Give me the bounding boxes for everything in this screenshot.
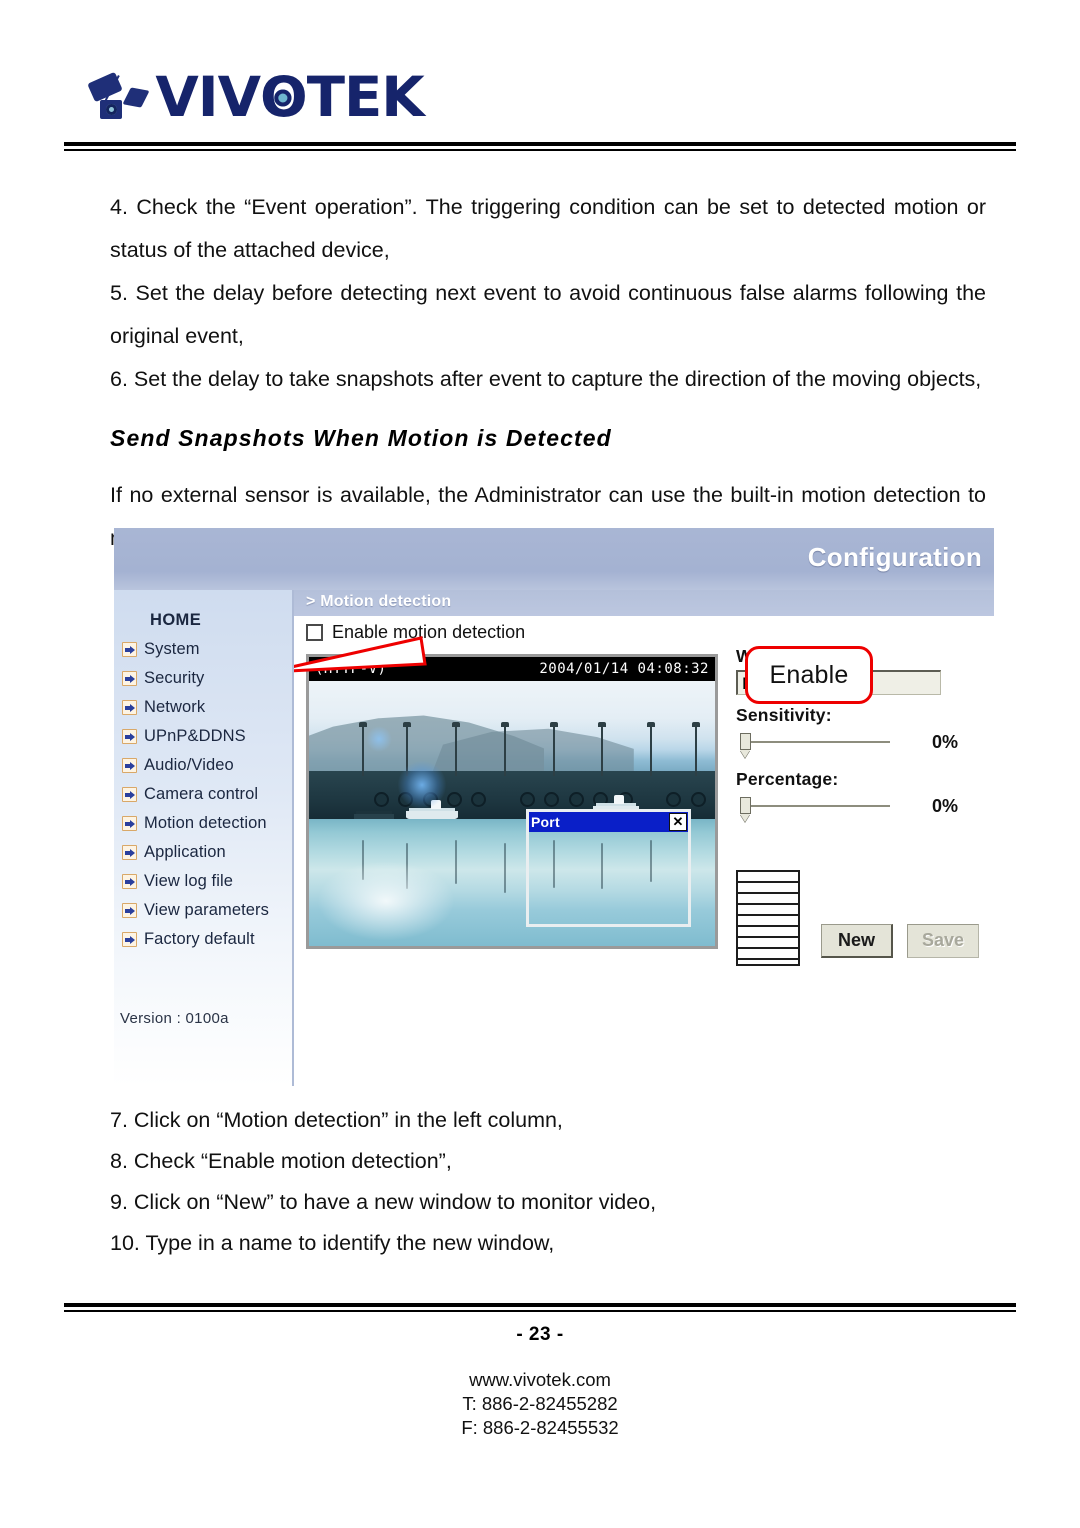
footer-contact: www.vivotek.com T: 886-2-82455282 F: 886… bbox=[0, 1368, 1080, 1440]
enable-callout: Enable bbox=[745, 646, 873, 704]
enable-motion-detection-label: Enable motion detection bbox=[332, 622, 526, 642]
sidebar-item-label: Motion detection bbox=[144, 814, 267, 832]
slider-thumb[interactable] bbox=[740, 733, 751, 750]
sidebar-item-system[interactable]: System bbox=[114, 635, 292, 664]
sidebar-item-label: Security bbox=[144, 669, 205, 687]
sidebar-item-network[interactable]: Network bbox=[114, 693, 292, 722]
arrow-icon bbox=[122, 816, 137, 831]
app-header-title: Configuration bbox=[807, 542, 982, 572]
sidebar-item-view-parameters[interactable]: View parameters bbox=[114, 896, 292, 925]
slider-track bbox=[748, 741, 890, 743]
arrow-icon bbox=[122, 700, 137, 715]
sidebar-item-label: Camera control bbox=[144, 785, 259, 803]
sidebar-item-label: Audio/Video bbox=[144, 756, 234, 774]
page-number: - 23 - bbox=[516, 1324, 564, 1345]
percentage-slider-row: 0% bbox=[736, 793, 986, 819]
arrow-icon bbox=[122, 874, 137, 889]
app-main-panel: > Motion detection Enable motion detecti… bbox=[292, 590, 994, 1086]
lower-steps-block: 7. Click on “Motion detection” in the le… bbox=[110, 1100, 986, 1264]
arrow-icon bbox=[122, 932, 137, 947]
stream-label: (HTTP-V) bbox=[315, 661, 387, 677]
arrow-icon bbox=[122, 729, 137, 744]
footer-website: www.vivotek.com bbox=[469, 1369, 611, 1390]
enable-motion-detection-checkbox[interactable] bbox=[306, 624, 323, 641]
sidebar-item-label: UPnP&DDNS bbox=[144, 727, 246, 745]
sensitivity-value: 0% bbox=[932, 731, 959, 752]
new-button[interactable]: New bbox=[821, 924, 893, 958]
video-status-bar: (HTTP-V) 2004/01/14 04:08:32 bbox=[309, 657, 715, 681]
step-item: 5. Set the delay before detecting next e… bbox=[110, 281, 986, 348]
footer-rule bbox=[64, 1303, 1016, 1312]
sidebar-item-motion-detection[interactable]: Motion detection bbox=[114, 809, 292, 838]
sidebar-item-security[interactable]: Security bbox=[114, 664, 292, 693]
arrow-icon bbox=[122, 642, 137, 657]
motion-detection-window[interactable]: Port ✕ bbox=[526, 809, 691, 927]
app-header-bar: Configuration bbox=[114, 528, 994, 590]
percentage-slider[interactable] bbox=[736, 793, 896, 819]
sidebar-item-label: Factory default bbox=[144, 930, 255, 948]
enable-callout-text: Enable bbox=[769, 660, 849, 689]
enable-motion-detection-row[interactable]: Enable motion detection bbox=[306, 622, 525, 643]
section-heading: Send Snapshots When Motion is Detected bbox=[110, 425, 612, 451]
sidebar-item-audio-video[interactable]: Audio/Video bbox=[114, 751, 292, 780]
video-preview[interactable]: (HTTP-V) 2004/01/14 04:08:32 Port ✕ bbox=[306, 654, 718, 949]
save-button: Save bbox=[907, 924, 979, 958]
motion-window-title: Port bbox=[531, 814, 560, 830]
embedded-screenshot: Configuration HOME System Security Netwo… bbox=[114, 528, 994, 1086]
sidebar-item-factory-default[interactable]: Factory default bbox=[114, 925, 292, 954]
sidebar-item-camera-control[interactable]: Camera control bbox=[114, 780, 292, 809]
sidebar-item-upnp-ddns[interactable]: UPnP&DDNS bbox=[114, 722, 292, 751]
sidebar-item-label: Network bbox=[144, 698, 206, 716]
footer-fax: F: 886-2-82455532 bbox=[461, 1417, 619, 1438]
slider-thumb[interactable] bbox=[740, 797, 751, 814]
app-sidebar: HOME System Security Network UPnP&DDNS A… bbox=[114, 590, 292, 1086]
sensitivity-label: Sensitivity: bbox=[736, 705, 832, 725]
window-listbox[interactable] bbox=[736, 870, 800, 966]
motion-window-titlebar[interactable]: Port ✕ bbox=[529, 812, 688, 832]
breadcrumb: > Motion detection bbox=[306, 593, 452, 610]
sidebar-item-application[interactable]: Application bbox=[114, 838, 292, 867]
step-item: 6. Set the delay to take snapshots after… bbox=[110, 367, 982, 391]
brand-logo-text: VIVOTEK bbox=[155, 64, 424, 129]
brand-header: VIVOTEK bbox=[87, 58, 425, 136]
sidebar-item-label: View log file bbox=[144, 872, 234, 890]
arrow-icon bbox=[122, 758, 137, 773]
sensitivity-slider[interactable] bbox=[736, 729, 896, 755]
video-timestamp: 2004/01/14 04:08:32 bbox=[539, 661, 709, 677]
sidebar-item-label: Application bbox=[144, 843, 226, 861]
document-page: VIVOTEK 4. Check the “Event operation”. … bbox=[0, 0, 1080, 1528]
step-item: 7. Click on “Motion detection” in the le… bbox=[110, 1108, 563, 1132]
sidebar-item-home[interactable]: HOME bbox=[114, 606, 292, 635]
arrow-icon bbox=[122, 671, 137, 686]
percentage-label: Percentage: bbox=[736, 769, 839, 789]
percentage-value: 0% bbox=[932, 795, 959, 816]
step-item: 9. Click on “New” to have a new window t… bbox=[110, 1190, 657, 1214]
sidebar-item-label: System bbox=[144, 640, 200, 658]
header-rule bbox=[64, 142, 1016, 151]
sidebar-item-view-log-file[interactable]: View log file bbox=[114, 867, 292, 896]
arrow-icon bbox=[122, 845, 137, 860]
step-item: 4. Check the “Event operation”. The trig… bbox=[110, 195, 986, 262]
sidebar-menu: HOME System Security Network UPnP&DDNS A… bbox=[114, 606, 292, 954]
arrow-icon bbox=[122, 903, 137, 918]
camera-icon bbox=[87, 67, 150, 127]
sensitivity-slider-row: 0% bbox=[736, 729, 986, 755]
slider-track bbox=[748, 805, 890, 807]
step-item: 10. Type in a name to identify the new w… bbox=[110, 1231, 555, 1255]
sidebar-item-label: HOME bbox=[150, 611, 202, 629]
sidebar-item-label: View parameters bbox=[144, 901, 270, 919]
upper-steps-block: 4. Check the “Event operation”. The trig… bbox=[110, 186, 986, 581]
close-icon[interactable]: ✕ bbox=[669, 813, 687, 831]
arrow-icon bbox=[122, 787, 137, 802]
page-footer: - 23 - www.vivotek.com T: 886-2-82455282… bbox=[0, 1324, 1080, 1440]
breadcrumb-bar: > Motion detection bbox=[294, 590, 994, 616]
firmware-version: Version : 0100a bbox=[120, 1010, 229, 1027]
step-item: 8. Check “Enable motion detection”, bbox=[110, 1149, 452, 1173]
button-row: New Save bbox=[821, 924, 979, 958]
footer-telephone: T: 886-2-82455282 bbox=[462, 1393, 618, 1414]
